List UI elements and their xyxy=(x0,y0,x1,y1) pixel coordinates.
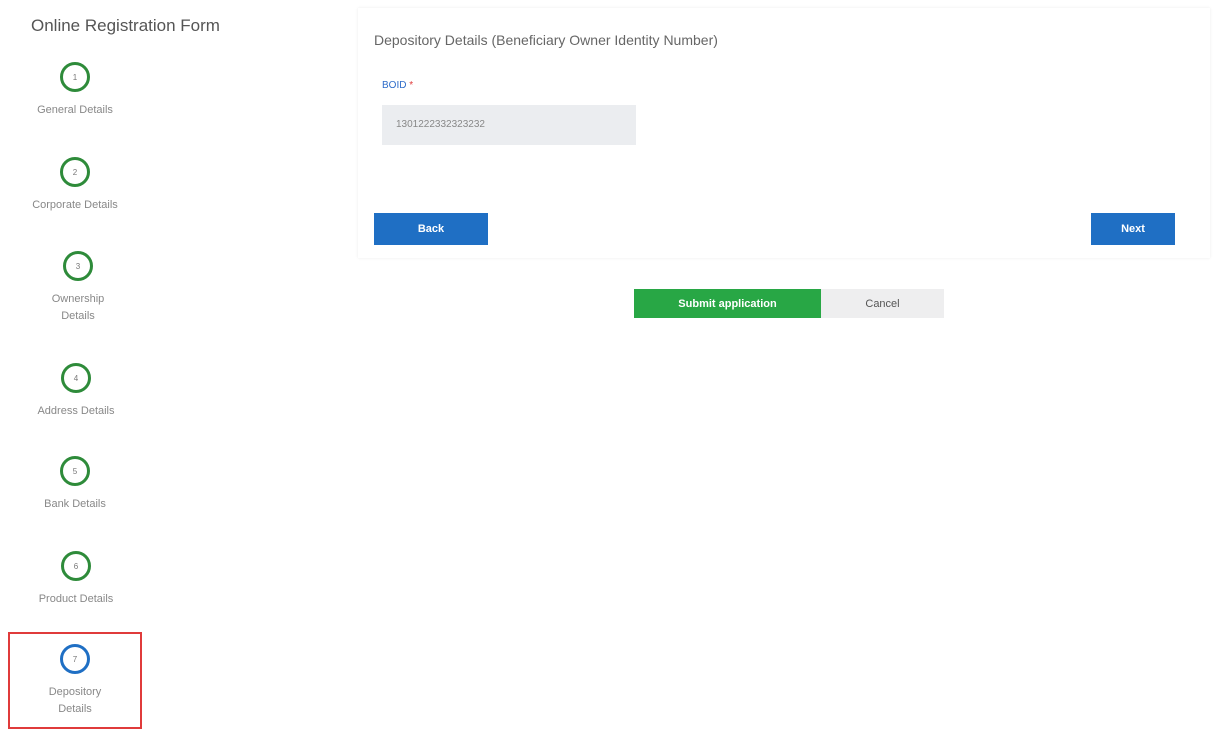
step-2-circle-icon: 2 xyxy=(60,157,90,187)
step-ownership-details[interactable]: 3 Ownership Details xyxy=(3,251,153,325)
step-label: Corporate Details xyxy=(32,199,118,211)
step-6-circle-icon: 6 xyxy=(61,551,91,581)
step-5-circle-icon: 5 xyxy=(60,456,90,486)
active-step-highlight xyxy=(8,632,142,729)
step-4-circle-icon: 4 xyxy=(61,363,91,393)
boid-input[interactable]: 1301222332323232 xyxy=(382,105,636,145)
step-general-details[interactable]: 1 General Details xyxy=(0,62,150,119)
step-label: Ownership Details xyxy=(51,293,105,322)
step-1-circle-icon: 1 xyxy=(60,62,90,92)
step-label: Bank Details xyxy=(44,498,106,510)
boid-label: BOID * xyxy=(382,80,414,91)
section-title: Depository Details (Beneficiary Owner Id… xyxy=(374,32,718,48)
step-product-details[interactable]: 6 Product Details xyxy=(1,551,151,608)
cancel-button[interactable]: Cancel xyxy=(821,289,944,318)
step-3-circle-icon: 3 xyxy=(63,251,93,281)
next-button[interactable]: Next xyxy=(1091,213,1175,245)
step-label: Address Details xyxy=(37,405,115,417)
required-mark: * xyxy=(409,80,414,91)
sidebar-title: Online Registration Form xyxy=(31,16,220,35)
step-label: Product Details xyxy=(38,593,114,605)
submit-application-button[interactable]: Submit application xyxy=(634,289,821,318)
step-bank-details[interactable]: 5 Bank Details xyxy=(0,456,150,513)
back-button[interactable]: Back xyxy=(374,213,488,245)
step-corporate-details[interactable]: 2 Corporate Details xyxy=(0,157,150,214)
step-label: General Details xyxy=(37,104,113,116)
step-address-details[interactable]: 4 Address Details xyxy=(1,363,151,420)
depository-details-card: Depository Details (Beneficiary Owner Id… xyxy=(358,8,1210,258)
